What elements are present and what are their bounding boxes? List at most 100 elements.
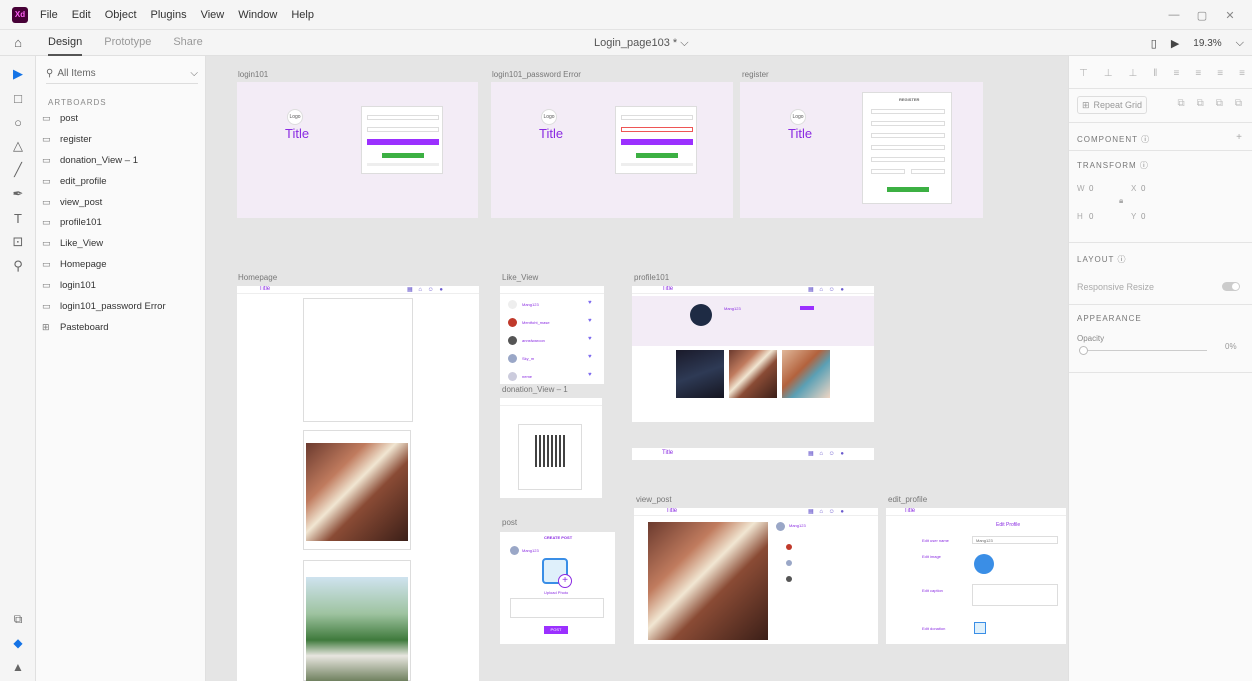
- plugins-icon[interactable]: ⧉: [0, 612, 36, 627]
- menu-file[interactable]: File: [40, 9, 58, 21]
- layer-item-register[interactable]: ▭ register: [42, 129, 92, 149]
- align-middle-icon[interactable]: ⊥: [1104, 68, 1113, 79]
- device-icon[interactable]: ▯: [1151, 37, 1157, 50]
- assets-icon[interactable]: ▲: [0, 660, 36, 674]
- opacity-slider-knob[interactable]: [1079, 346, 1088, 355]
- opacity-value[interactable]: 0%: [1225, 342, 1237, 351]
- artboard-label-donation[interactable]: donation_View – 1: [502, 385, 568, 394]
- artboard-homepage[interactable]: Title ▦ ⌂ ☺ ●: [237, 286, 479, 681]
- zoom-tool-icon[interactable]: ⚲: [0, 254, 36, 278]
- menu-edit[interactable]: Edit: [72, 9, 91, 21]
- align-top-icon[interactable]: ⊤: [1079, 68, 1088, 79]
- chevron-down-icon[interactable]: ⌵: [1236, 37, 1244, 50]
- layer-label: login101_password Error: [60, 300, 166, 312]
- info-icon[interactable]: ⓘ: [1118, 255, 1127, 264]
- pen-tool-icon[interactable]: ✒: [0, 182, 36, 206]
- layer-item-edit-profile[interactable]: ▭ edit_profile: [42, 171, 106, 191]
- align-bottom-icon[interactable]: ⊥: [1129, 68, 1138, 79]
- artboard-label-like-view[interactable]: Like_View: [502, 273, 538, 282]
- info-icon[interactable]: ⓘ: [1140, 161, 1149, 170]
- layer-item-post[interactable]: ▭ post: [42, 108, 78, 128]
- layers-icon[interactable]: ◆: [0, 636, 36, 650]
- layer-item-homepage[interactable]: ▭ Homepage: [42, 254, 106, 274]
- artboard-tool-icon[interactable]: ⊡: [0, 230, 36, 254]
- tab-share[interactable]: Share: [173, 30, 202, 56]
- repeat-grid-button[interactable]: ⊞ Repeat Grid: [1077, 96, 1147, 114]
- grid-icon: ⊞: [1081, 99, 1090, 110]
- align-right-icon[interactable]: ≡: [1217, 68, 1223, 79]
- tab-design[interactable]: Design: [48, 30, 83, 56]
- menu-view[interactable]: View: [201, 9, 225, 21]
- y-input[interactable]: 0: [1141, 212, 1145, 221]
- width-input[interactable]: 0: [1089, 184, 1093, 193]
- preview-controls: ▯ ▶ 19.3% ⌵: [1151, 30, 1244, 56]
- artboard-icon: ▭: [42, 216, 51, 227]
- responsive-resize-toggle[interactable]: [1222, 282, 1240, 291]
- opacity-slider-track[interactable]: [1079, 350, 1207, 351]
- layer-filter-dropdown[interactable]: ⚲ All Items ⌵: [46, 64, 198, 84]
- restore-button[interactable]: ▢: [1188, 9, 1216, 22]
- repeat-grid-label: Repeat Grid: [1093, 100, 1143, 110]
- lock-ratio-icon[interactable]: 🔒︎: [1119, 196, 1123, 206]
- exclude-icon[interactable]: ⧉: [1235, 98, 1242, 109]
- zoom-level[interactable]: 19.3%: [1193, 38, 1221, 49]
- info-icon[interactable]: ⓘ: [1141, 135, 1150, 144]
- menu-object[interactable]: Object: [105, 9, 137, 21]
- artboard-label-view-post[interactable]: view_post: [636, 495, 672, 504]
- artboard-login101[interactable]: Logo Title: [237, 82, 478, 218]
- distribute-vertical-icon[interactable]: ‖: [1153, 68, 1157, 79]
- select-tool-icon[interactable]: ▶: [0, 62, 36, 86]
- artboard-label-homepage[interactable]: Homepage: [238, 273, 277, 282]
- document-title[interactable]: Login_page103 * ⌵: [594, 30, 689, 56]
- align-center-icon[interactable]: ≡: [1195, 68, 1201, 79]
- layer-item-login101-password-error[interactable]: ▭ login101_password Error: [42, 296, 166, 316]
- close-button[interactable]: ✕: [1216, 9, 1244, 22]
- menu-help[interactable]: Help: [291, 9, 314, 21]
- artboard-post[interactable]: CREATE POST Mang123 + Upload Photo POST: [500, 532, 615, 644]
- layer-item-login101[interactable]: ▭ login101: [42, 275, 96, 295]
- rectangle-tool-icon[interactable]: □: [0, 86, 36, 110]
- layer-item-view-post[interactable]: ▭ view_post: [42, 192, 102, 212]
- tab-prototype[interactable]: Prototype: [104, 30, 151, 56]
- polygon-tool-icon[interactable]: △: [0, 134, 36, 158]
- align-left-icon[interactable]: ≡: [1173, 68, 1179, 79]
- add-icon[interactable]: ⧉: [1177, 98, 1184, 109]
- menu-plugins[interactable]: Plugins: [151, 9, 187, 21]
- menu-window[interactable]: Window: [238, 9, 277, 21]
- ellipse-tool-icon[interactable]: ○: [0, 110, 36, 134]
- layer-item-pasteboard[interactable]: ⊞ Pasteboard: [42, 317, 109, 337]
- layer-label: login101: [60, 279, 96, 291]
- artboard-label-register[interactable]: register: [742, 70, 769, 79]
- artboard-label-edit-profile[interactable]: edit_profile: [888, 495, 927, 504]
- layer-item-like-view[interactable]: ▭ Like_View: [42, 233, 103, 253]
- like-user: Mang123: [522, 302, 539, 307]
- artboard-label-login101[interactable]: login101: [238, 70, 268, 79]
- home-icon[interactable]: ⌂: [0, 35, 36, 50]
- intersect-icon[interactable]: ⧉: [1216, 98, 1223, 109]
- artboard-profile101[interactable]: Title ▦ ⌂ ☺ ● Mang123: [632, 286, 874, 422]
- line-tool-icon[interactable]: ╱: [0, 158, 36, 182]
- height-input[interactable]: 0: [1089, 212, 1093, 221]
- artboard-view-post[interactable]: Title ▦ ⌂ ☺ ● Mang123: [634, 508, 878, 644]
- artboard-donation-view[interactable]: [500, 398, 602, 498]
- artboard-like-view[interactable]: Mang123 ♥ Mentfoht_mase ♥ annsfwaroon ♥ …: [500, 286, 604, 384]
- layer-item-profile101[interactable]: ▭ profile101: [42, 212, 102, 232]
- design-canvas[interactable]: login101 Logo Title login101_password Er…: [206, 56, 1068, 681]
- layer-item-donation-view[interactable]: ▭ donation_View – 1: [42, 150, 138, 170]
- artboard-label-post[interactable]: post: [502, 518, 517, 527]
- artboard-label-password-error[interactable]: login101_password Error: [492, 70, 581, 79]
- x-input[interactable]: 0: [1141, 184, 1145, 193]
- add-component-icon[interactable]: +: [1236, 132, 1242, 143]
- artboard-register[interactable]: Logo Title REGISTER: [740, 82, 983, 218]
- artboard-login101-password-error[interactable]: Logo Title: [491, 82, 733, 218]
- artboard-label-profile101[interactable]: profile101: [634, 273, 669, 282]
- property-inspector: ⊤ ⊥ ⊥ ‖ ≡ ≡ ≡ ≡ ⊞ Repeat Grid ⧉ ⧉ ⧉ ⧉ CO…: [1068, 56, 1252, 681]
- artboard-edit-profile[interactable]: Title Edit Profile Edit user name Mang12…: [886, 508, 1066, 644]
- subtract-icon[interactable]: ⧉: [1197, 98, 1204, 109]
- app-logo[interactable]: Xd: [12, 6, 28, 23]
- play-icon[interactable]: ▶: [1171, 37, 1179, 50]
- artboard-header-strip[interactable]: Title ▦ ⌂ ☺ ●: [632, 448, 874, 460]
- minimize-button[interactable]: —: [1160, 9, 1188, 21]
- distribute-horizontal-icon[interactable]: ≡: [1239, 68, 1245, 79]
- text-tool-icon[interactable]: T: [0, 206, 36, 230]
